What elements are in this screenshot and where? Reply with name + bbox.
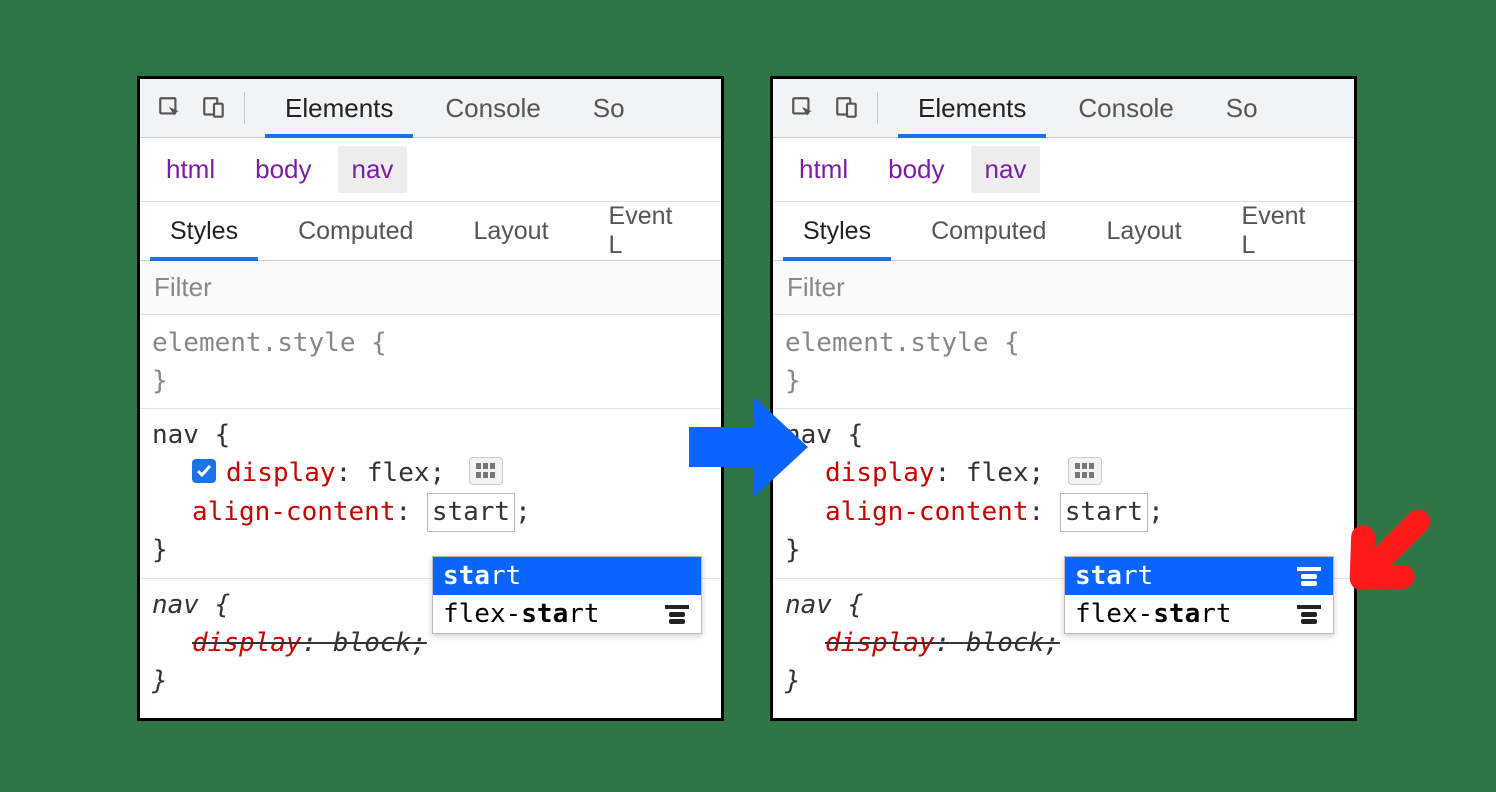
ua-nav-selector: nav { [152, 590, 230, 620]
ua-prop-display: display [825, 628, 935, 658]
brace-close: } [785, 535, 801, 565]
semicolon: ; [1029, 458, 1045, 488]
colon: : [396, 497, 412, 527]
align-content-flex-start-icon [1295, 603, 1323, 625]
crumb-nav[interactable]: nav [338, 146, 408, 193]
flex-editor-icon[interactable] [1068, 457, 1102, 485]
inspect-icon[interactable] [148, 86, 192, 130]
crumb-nav[interactable]: nav [971, 146, 1041, 193]
autocomplete-dropdown-before: start flex-start [432, 556, 702, 634]
device-toggle-icon[interactable] [192, 86, 236, 130]
flex-editor-icon[interactable] [469, 457, 503, 485]
element-style-selector[interactable]: element.style { [785, 328, 1020, 358]
semicolon: ; [411, 628, 427, 658]
val-display[interactable]: flex [367, 458, 430, 488]
inspect-icon[interactable] [781, 86, 825, 130]
crumb-html[interactable]: html [152, 146, 229, 193]
colon: : [1029, 497, 1045, 527]
prop-align-content[interactable]: align-content [825, 497, 1029, 527]
semicolon: ; [1148, 497, 1164, 527]
filter-input[interactable] [785, 271, 1346, 304]
breadcrumb: html body nav [140, 138, 721, 202]
tab-elements[interactable]: Elements [259, 79, 419, 137]
filter-row [773, 261, 1354, 315]
crumb-html[interactable]: html [785, 146, 862, 193]
autocomplete-dropdown-after: start flex-start [1064, 556, 1334, 634]
align-content-start-icon [1295, 565, 1323, 587]
ac-option-start[interactable]: start [1065, 557, 1333, 595]
transition-arrow-icon [684, 383, 812, 511]
brace-close: } [785, 666, 801, 696]
align-content-flex-start-icon [663, 603, 691, 625]
subtab-layout[interactable]: Layout [1076, 202, 1211, 260]
semicolon: ; [1044, 628, 1060, 658]
styles-body: element.style { } nav { display: flex; a… [140, 315, 721, 700]
filter-input[interactable] [152, 271, 713, 304]
styles-subtabs: Styles Computed Layout Event L [773, 202, 1354, 261]
filter-row [140, 261, 721, 315]
brace-close: } [152, 366, 168, 396]
ua-prop-display: display [192, 628, 302, 658]
prop-align-content[interactable]: align-content [192, 497, 396, 527]
ua-nav-selector: nav { [785, 590, 863, 620]
val-display[interactable]: flex [966, 458, 1029, 488]
nav-selector[interactable]: nav { [152, 420, 230, 450]
toolbar-divider [877, 92, 878, 124]
subtab-computed[interactable]: Computed [901, 202, 1076, 260]
styles-subtabs: Styles Computed Layout Event L [140, 202, 721, 261]
crumb-body[interactable]: body [874, 146, 958, 193]
prop-display[interactable]: display [226, 458, 336, 488]
breadcrumb: html body nav [773, 138, 1354, 202]
prop-display[interactable]: display [825, 458, 935, 488]
subtab-computed[interactable]: Computed [268, 202, 443, 260]
value-editor[interactable]: start [427, 493, 515, 533]
callout-arrow-icon [1340, 500, 1440, 600]
subtab-layout[interactable]: Layout [443, 202, 578, 260]
ac-label: flex-start [443, 599, 600, 629]
semicolon: ; [515, 497, 531, 527]
ac-option-flex-start[interactable]: flex-start [1065, 595, 1333, 633]
ac-label: start [1075, 561, 1153, 591]
tab-elements[interactable]: Elements [892, 79, 1052, 137]
brace-close: } [152, 666, 168, 696]
tab-console[interactable]: Console [1052, 79, 1199, 137]
colon: : [336, 458, 352, 488]
devtools-toolbar: Elements Console So [773, 79, 1354, 138]
subtab-styles[interactable]: Styles [140, 202, 268, 260]
toolbar-divider [244, 92, 245, 124]
subtab-event-listeners[interactable]: Event L [579, 202, 721, 260]
colon: : [935, 628, 951, 658]
ac-label: flex-start [1075, 599, 1232, 629]
ac-label: start [443, 561, 521, 591]
value-editor[interactable]: start [1060, 493, 1148, 533]
tab-console[interactable]: Console [419, 79, 566, 137]
brace-close: } [152, 535, 168, 565]
semicolon: ; [430, 458, 446, 488]
tab-sources-truncated[interactable]: So [567, 79, 651, 137]
subtab-styles[interactable]: Styles [773, 202, 901, 260]
devtools-toolbar: Elements Console So [140, 79, 721, 138]
styles-body: element.style { } nav { display: flex; a… [773, 315, 1354, 700]
colon: : [935, 458, 951, 488]
crumb-body[interactable]: body [241, 146, 325, 193]
subtab-event-listeners[interactable]: Event L [1212, 202, 1354, 260]
ua-val-display: block [966, 628, 1044, 658]
property-checkbox[interactable] [192, 459, 216, 483]
ua-val-display: block [333, 628, 411, 658]
ac-option-flex-start[interactable]: flex-start [433, 595, 701, 633]
colon: : [302, 628, 318, 658]
device-toggle-icon[interactable] [825, 86, 869, 130]
ac-option-start[interactable]: start [433, 557, 701, 595]
tab-sources-truncated[interactable]: So [1200, 79, 1284, 137]
element-style-selector[interactable]: element.style { [152, 328, 387, 358]
